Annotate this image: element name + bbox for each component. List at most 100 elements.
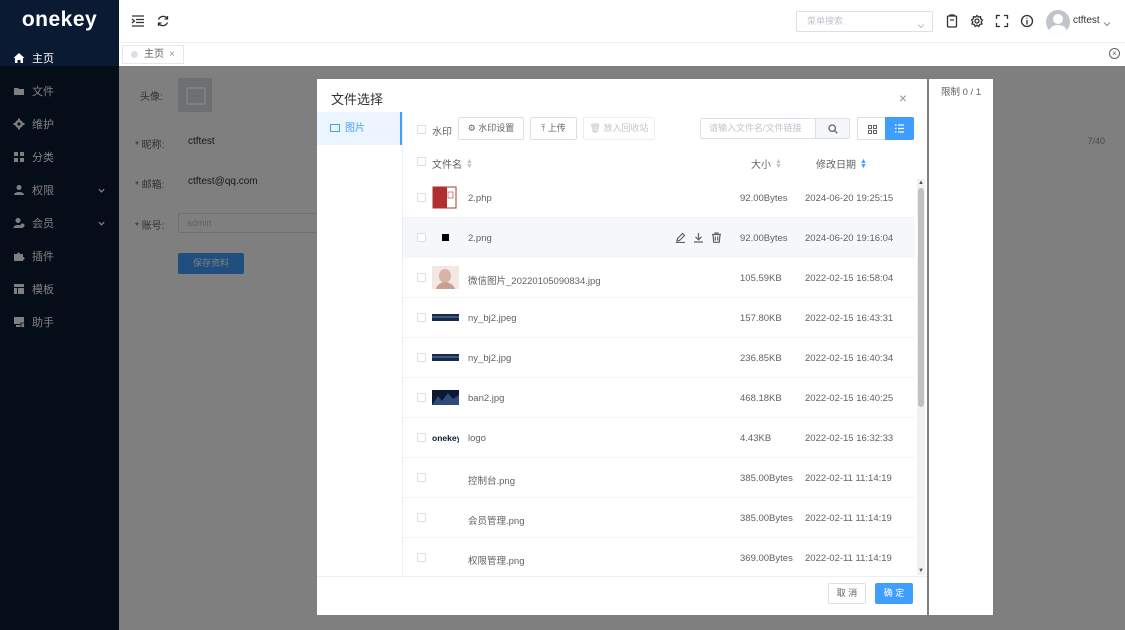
file-type-images[interactable]: 图片 — [317, 112, 402, 145]
grid-view-button[interactable] — [857, 117, 886, 140]
watermark-checkbox[interactable] — [417, 125, 426, 134]
upload-button[interactable]: ⤒ 上传 — [530, 117, 577, 140]
file-date: 2022-02-11 11:14:19 — [805, 473, 892, 484]
download-icon[interactable] — [693, 232, 705, 244]
row-checkbox[interactable] — [417, 233, 426, 242]
file-size: 369.00Bytes — [740, 553, 793, 564]
file-thumbnail — [442, 234, 449, 241]
list-icon — [895, 124, 904, 133]
file-name: 微信图片_20220105090834.jpg — [468, 276, 601, 287]
row-checkbox[interactable] — [417, 273, 426, 282]
sort-icon: ▲ ▼ — [775, 158, 782, 170]
table-row[interactable]: 微信图片_20220105090834.jpg 105.59KB 2022-02… — [403, 258, 915, 298]
fullscreen-icon[interactable] — [995, 14, 1009, 28]
row-checkbox[interactable] — [417, 193, 426, 202]
table-header: 文件名 ▲ ▼ 大小 ▲ ▼ 修改日期 ▲ ▼ — [403, 149, 927, 175]
row-checkbox[interactable] — [417, 393, 426, 402]
file-name: 控制台.png — [468, 476, 515, 487]
file-name: ban2.jpg — [468, 393, 505, 404]
close-all-icon[interactable]: × — [1109, 48, 1120, 59]
row-checkbox[interactable] — [417, 433, 426, 442]
file-size: 105.59KB — [740, 273, 782, 284]
selection-panel: 限制 0 / 1 — [929, 79, 993, 615]
confirm-button[interactable]: 确 定 — [875, 583, 913, 604]
scroll-up-icon[interactable]: ▲ — [918, 180, 924, 186]
file-size: 385.00Bytes — [740, 513, 793, 524]
info-icon[interactable] — [1020, 14, 1034, 28]
file-thumbnail — [432, 314, 459, 321]
col-date[interactable]: 修改日期 ▲ ▼ — [816, 156, 867, 171]
delete-icon[interactable] — [711, 232, 723, 244]
file-type-label: 图片 — [345, 123, 365, 134]
menu-search-placeholder: 菜单搜索 — [807, 16, 844, 26]
scrollbar-thumb[interactable] — [918, 188, 924, 407]
grid-icon — [868, 125, 877, 134]
sort-icon: ▲ ▼ — [860, 158, 867, 170]
dialog-title: 文件选择 — [331, 92, 384, 107]
tab-home[interactable]: 主页 × — [122, 45, 184, 64]
edit-icon[interactable] — [675, 232, 687, 244]
button-label: 水印设置 — [478, 123, 515, 133]
col-size[interactable]: 大小 ▲ ▼ — [751, 156, 782, 171]
menu-search-select[interactable]: 菜单搜索 — [796, 11, 933, 32]
table-row[interactable]: 权限管理.png 369.00Bytes 2022-02-11 11:14:19 — [403, 538, 915, 576]
app-logo[interactable]: onekey — [0, 0, 119, 40]
row-checkbox[interactable] — [417, 513, 426, 522]
file-date: 2022-02-11 11:14:19 — [805, 513, 892, 524]
table-row[interactable]: 控制台.png 385.00Bytes 2022-02-11 11:14:19 — [403, 458, 915, 498]
row-actions — [675, 232, 730, 244]
gear-icon[interactable] — [970, 14, 984, 28]
row-checkbox[interactable] — [417, 473, 426, 482]
file-list-scrollbar[interactable]: ▲ ▼ — [917, 179, 925, 575]
file-size: 92.00Bytes — [740, 193, 788, 204]
table-row[interactable]: 2.php 92.00Bytes 2024-06-20 19:25:15 — [403, 178, 915, 218]
search-icon — [828, 124, 838, 134]
tab-dot-icon — [131, 51, 138, 58]
clipboard-icon[interactable] — [945, 14, 959, 28]
recycle-button[interactable]: 🗑 放入回收站 — [583, 117, 655, 140]
file-size: 468.18KB — [740, 393, 782, 404]
home-icon — [13, 52, 25, 63]
button-label: 放入回收站 — [603, 123, 649, 133]
row-checkbox[interactable] — [417, 553, 426, 562]
sort-icon: ▲ ▼ — [466, 158, 473, 170]
table-row[interactable]: onekey logo 4.43KB 2022-02-15 16:32:33 — [403, 418, 915, 458]
cancel-button[interactable]: 取 消 — [828, 583, 866, 604]
image-icon — [330, 124, 340, 132]
select-all-checkbox[interactable] — [417, 157, 426, 166]
list-view-button[interactable] — [885, 117, 914, 140]
col-name[interactable]: 文件名 ▲ ▼ — [432, 156, 473, 171]
table-row[interactable]: ny_bj2.jpg 236.85KB 2022-02-15 16:40:34 — [403, 338, 915, 378]
file-size: 92.00Bytes — [740, 233, 788, 244]
search-button[interactable] — [815, 118, 850, 139]
file-date: 2022-02-15 16:32:33 — [805, 433, 894, 444]
file-date: 2022-02-15 16:58:04 — [805, 273, 894, 284]
file-size: 4.43KB — [740, 433, 772, 444]
file-name: ny_bj2.jpeg — [468, 313, 517, 324]
table-row[interactable]: ny_bj2.jpeg 157.80KB 2022-02-15 16:43:31 — [403, 298, 915, 338]
chevron-down-icon[interactable] — [1103, 17, 1111, 27]
search-placeholder: 请输入文件名/文件链接 — [709, 123, 802, 133]
refresh-icon[interactable] — [156, 14, 170, 28]
file-select-dialog: 文件选择 × 图片 水印 ⚙ 水印设置 ⤒ 上传 🗑 放入回收站 请输入文件名/… — [317, 79, 927, 615]
row-checkbox[interactable] — [417, 313, 426, 322]
avatar[interactable] — [1046, 10, 1070, 34]
row-checkbox[interactable] — [417, 353, 426, 362]
file-thumbnail — [432, 354, 459, 361]
table-row[interactable]: 2.png 92.00Bytes 2024-06-20 19:16:04 — [403, 218, 915, 258]
file-size: 157.80KB — [740, 313, 782, 324]
close-icon[interactable]: × — [169, 46, 175, 63]
username[interactable]: ctftest — [1073, 15, 1100, 26]
close-icon[interactable]: × — [899, 90, 907, 106]
file-date: 2024-06-20 19:16:04 — [805, 233, 894, 244]
table-row[interactable]: 会员管理.png 385.00Bytes 2022-02-11 11:14:19 — [403, 498, 915, 538]
file-name: logo — [468, 433, 486, 444]
scroll-down-icon[interactable]: ▼ — [918, 568, 924, 574]
trash-icon: 🗑 — [589, 123, 601, 133]
file-list: 2.php 92.00Bytes 2024-06-20 19:25:15 2.p… — [403, 178, 915, 576]
menu-fold-icon[interactable] — [131, 14, 145, 28]
file-name: 2.png — [468, 233, 492, 244]
table-row[interactable]: ban2.jpg 468.18KB 2022-02-15 16:40:25 — [403, 378, 915, 418]
watermark-settings-button[interactable]: ⚙ 水印设置 — [458, 117, 524, 140]
file-search-input[interactable]: 请输入文件名/文件链接 — [700, 118, 816, 139]
